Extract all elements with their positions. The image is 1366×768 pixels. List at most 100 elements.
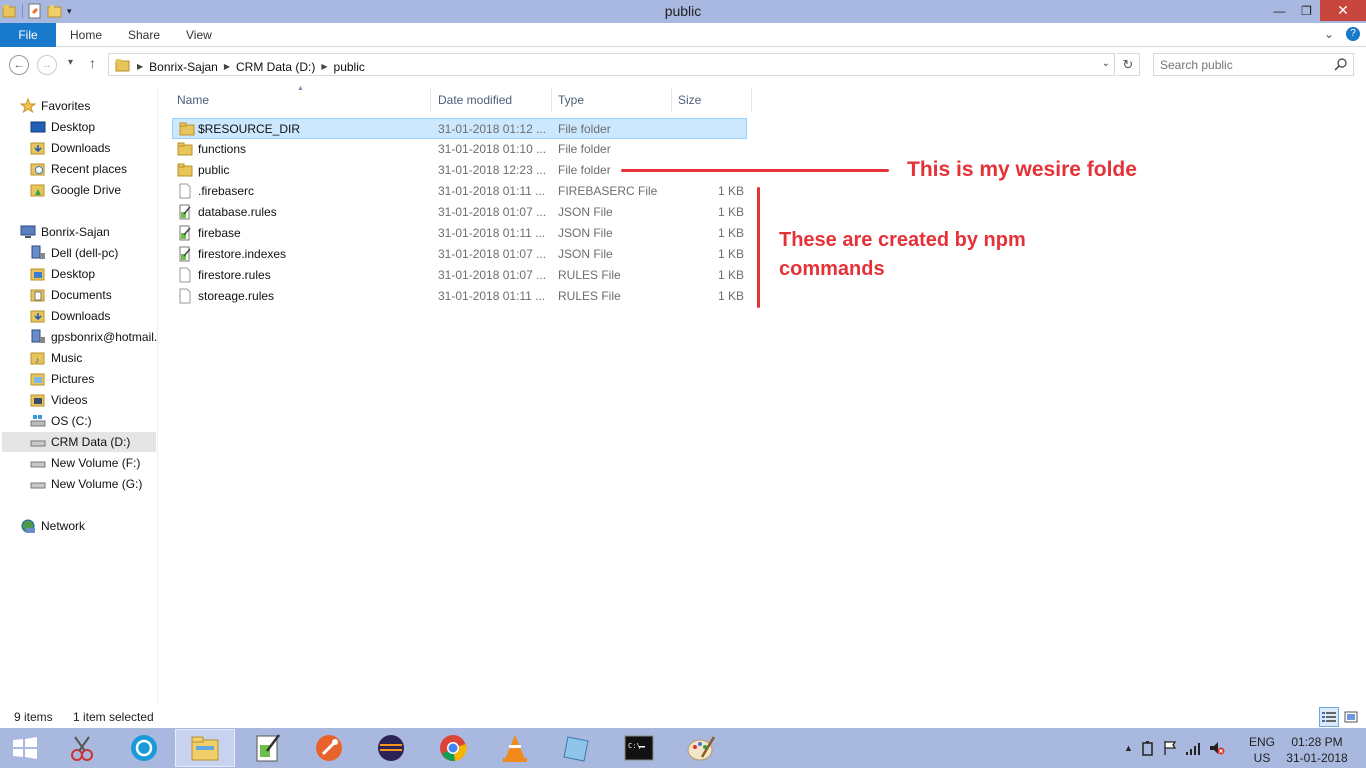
notepad-plus-icon xyxy=(256,734,280,762)
nav-fav-desktop[interactable]: Desktop xyxy=(30,117,95,137)
column-header-date[interactable]: Date modified xyxy=(432,88,552,112)
recent-locations-icon[interactable]: ▾ xyxy=(68,57,73,68)
nav-item-documents[interactable]: Documents xyxy=(30,285,112,305)
chevron-right-icon[interactable]: ▶ xyxy=(137,62,143,71)
nav-favorites[interactable]: Favorites xyxy=(19,96,90,116)
downloads-folder-icon xyxy=(30,140,46,156)
file-type: JSON File xyxy=(558,205,613,219)
tab-home[interactable]: Home xyxy=(70,23,102,47)
breadcrumb-folder[interactable]: public xyxy=(334,60,365,74)
annotation-bracket-line xyxy=(757,187,760,308)
taskbar-app-paint[interactable] xyxy=(671,729,731,767)
column-header-name[interactable]: Name xyxy=(171,88,431,112)
taskbar-app-snipping[interactable] xyxy=(52,729,112,767)
column-header-type[interactable]: Type xyxy=(552,88,672,112)
taskbar-app-notepadpp[interactable] xyxy=(237,729,297,767)
help-icon[interactable]: ? xyxy=(1346,27,1360,41)
nav-label: Dell (dell-pc) xyxy=(51,246,119,260)
signal-icon[interactable] xyxy=(1185,740,1201,756)
file-row[interactable]: .firebaserc 31-01-2018 01:11 ... FIREBAS… xyxy=(171,181,747,202)
file-row[interactable]: database.rules 31-01-2018 01:07 ... JSON… xyxy=(171,202,747,223)
taskbar-app-vlc[interactable] xyxy=(485,729,545,767)
file-row[interactable]: firestore.rules 31-01-2018 01:07 ... RUL… xyxy=(171,265,747,286)
taskbar-app-postman[interactable] xyxy=(299,729,359,767)
address-bar[interactable]: ▶ Bonrix-Sajan ▶ CRM Data (D:) ▶ public … xyxy=(108,53,1115,76)
nav-item-account[interactable]: gpsbonrix@hotmail. xyxy=(30,327,157,347)
search-icon[interactable] xyxy=(1334,57,1348,71)
tab-view[interactable]: View xyxy=(186,23,212,47)
column-header-size[interactable]: Size xyxy=(672,88,752,112)
taskbar-app-cmd[interactable]: C:\ xyxy=(609,729,669,767)
nav-label: New Volume (G:) xyxy=(51,477,143,491)
flag-icon[interactable] xyxy=(1163,740,1177,756)
file-row[interactable]: functions 31-01-2018 01:10 ... File fold… xyxy=(171,139,747,160)
nav-item-c-drive[interactable]: OS (C:) xyxy=(30,411,92,431)
nav-computer[interactable]: Bonrix-Sajan xyxy=(20,222,110,242)
taskbar-app-chrome[interactable] xyxy=(423,729,483,767)
file-row[interactable]: storeage.rules 31-01-2018 01:11 ... RULE… xyxy=(171,286,747,307)
tab-share[interactable]: Share xyxy=(128,23,160,47)
input-language[interactable]: ENG US xyxy=(1249,734,1275,766)
expand-ribbon-icon[interactable]: ⌄ xyxy=(1324,27,1334,41)
large-icons-view-button[interactable] xyxy=(1341,707,1361,727)
file-name: public xyxy=(198,163,230,177)
file-date: 31-01-2018 01:07 ... xyxy=(438,268,547,282)
chevron-right-icon[interactable]: ▶ xyxy=(224,62,230,71)
search-input[interactable] xyxy=(1154,54,1329,75)
folder-icon xyxy=(177,163,193,177)
network-drive-icon xyxy=(30,329,46,345)
nav-fav-recent[interactable]: Recent places xyxy=(30,159,127,179)
nav-item-dell[interactable]: Dell (dell-pc) xyxy=(30,243,118,263)
file-date: 31-01-2018 01:11 ... xyxy=(438,289,546,303)
nav-item-pictures[interactable]: Pictures xyxy=(30,369,94,389)
taskbar-app-eclipse[interactable] xyxy=(361,729,421,767)
breadcrumb-drive[interactable]: CRM Data (D:) xyxy=(236,60,315,74)
details-view-button[interactable] xyxy=(1319,707,1339,727)
nav-item-g-drive[interactable]: New Volume (G:) xyxy=(30,474,142,494)
nav-item-music[interactable]: ♪ Music xyxy=(30,348,82,368)
nav-item-f-drive[interactable]: New Volume (F:) xyxy=(30,453,140,473)
show-hidden-icons[interactable]: ▲ xyxy=(1124,743,1133,753)
nav-item-desktop[interactable]: Desktop xyxy=(30,264,95,284)
taskbar-app-sync[interactable] xyxy=(114,729,174,767)
file-name: storeage.rules xyxy=(198,289,275,303)
taskbar-app-explorer[interactable] xyxy=(175,729,235,767)
file-row[interactable]: firestore.indexes 31-01-2018 01:07 ... J… xyxy=(171,244,747,265)
tab-file[interactable]: File xyxy=(0,23,56,47)
forward-button[interactable]: → xyxy=(37,55,57,75)
star-icon xyxy=(19,97,37,114)
file-icon xyxy=(179,183,191,199)
refresh-button[interactable]: ↻ xyxy=(1117,53,1140,76)
nav-item-downloads[interactable]: Downloads xyxy=(30,306,110,326)
nav-fav-gdrive[interactable]: Google Drive xyxy=(30,180,121,200)
nav-fav-downloads[interactable]: Downloads xyxy=(30,138,110,158)
documents-folder-icon xyxy=(30,287,46,303)
file-size: 1 KB xyxy=(717,226,744,240)
folder-icon xyxy=(179,122,195,136)
svg-text:♪: ♪ xyxy=(35,355,40,365)
file-row[interactable]: firebase 31-01-2018 01:11 ... JSON File … xyxy=(171,223,747,244)
volume-muted-icon[interactable] xyxy=(1209,740,1225,756)
file-name: functions xyxy=(198,142,247,156)
address-dropdown-icon[interactable]: ⌄ xyxy=(1102,58,1110,69)
file-type: JSON File xyxy=(558,247,613,261)
json-file-icon xyxy=(179,246,191,262)
clock[interactable]: 01:28 PM 31-01-2018 xyxy=(1286,734,1348,766)
nav-item-d-drive[interactable]: CRM Data (D:) xyxy=(2,432,156,452)
close-button[interactable]: ✕ xyxy=(1320,0,1366,21)
up-button[interactable]: ↑ xyxy=(89,55,96,71)
nav-label: Desktop xyxy=(51,267,96,281)
nav-network[interactable]: Network xyxy=(20,516,85,536)
power-icon[interactable] xyxy=(1141,740,1155,756)
minimize-button[interactable]: — xyxy=(1266,0,1293,21)
file-name: firestore.indexes xyxy=(198,247,287,261)
back-button[interactable]: ← xyxy=(9,55,29,75)
taskbar-app-notes[interactable] xyxy=(547,729,607,767)
chevron-right-icon[interactable]: ▶ xyxy=(321,62,327,71)
start-button[interactable] xyxy=(0,729,50,767)
file-row[interactable]: $RESOURCE_DIR 31-01-2018 01:12 ... File … xyxy=(172,118,747,139)
breadcrumb-computer[interactable]: Bonrix-Sajan xyxy=(149,60,218,74)
maximize-button[interactable]: ❐ xyxy=(1293,0,1320,21)
svg-text:C:\: C:\ xyxy=(628,742,641,750)
nav-item-videos[interactable]: Videos xyxy=(30,390,87,410)
